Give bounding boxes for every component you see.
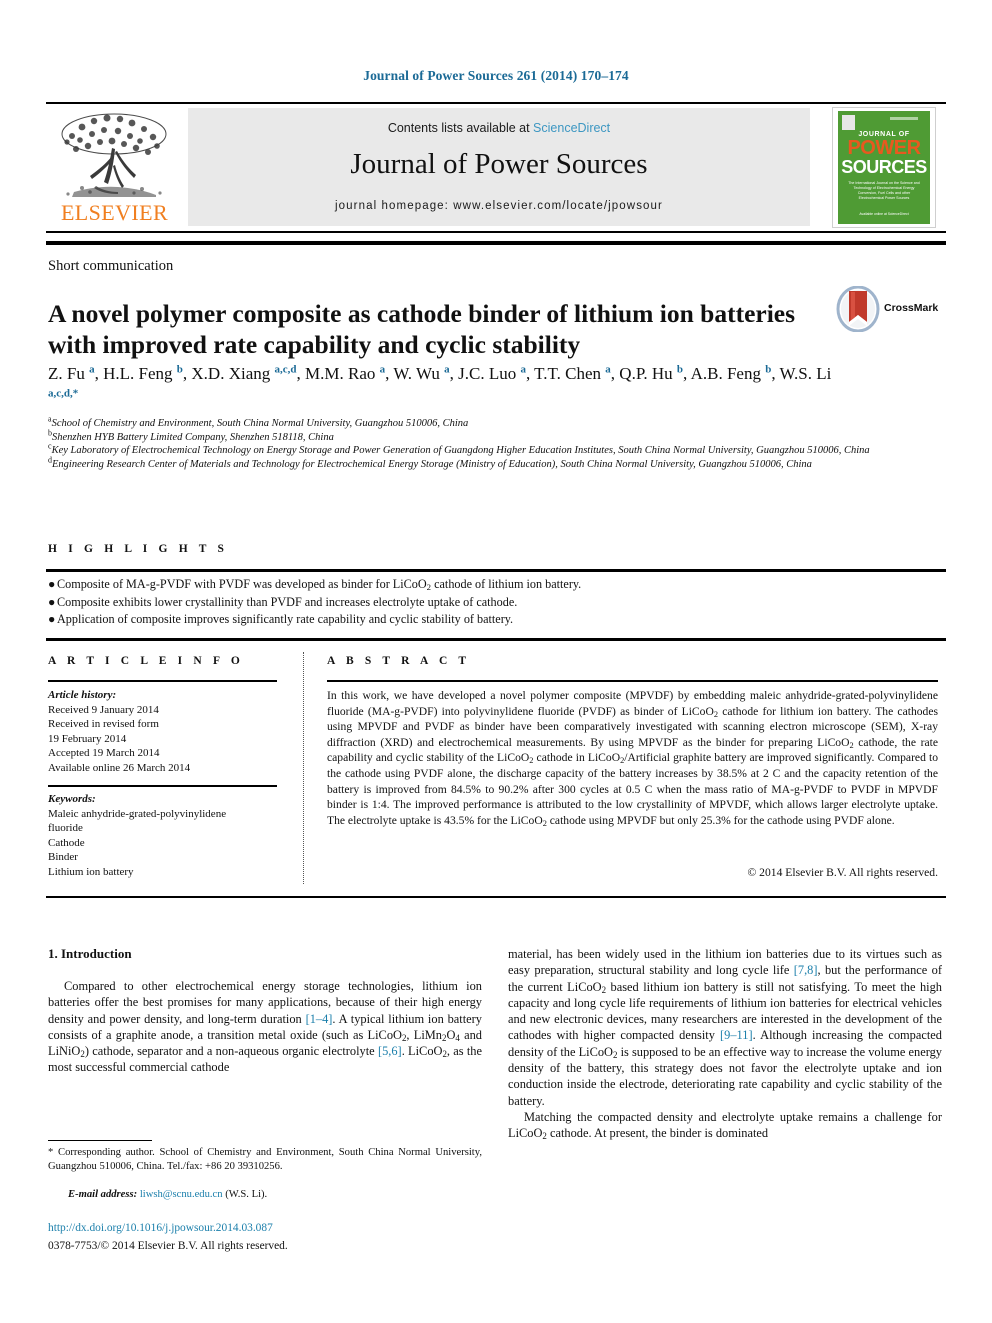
doi-link[interactable]: http://dx.doi.org/10.1016/j.jpowsour.201… xyxy=(48,1222,273,1234)
article-history-item: Available online 26 March 2014 xyxy=(48,761,191,774)
email-label: E-mail address: xyxy=(68,1189,138,1200)
affiliation-text: School of Chemistry and Environment, Sou… xyxy=(51,418,469,429)
corresponding-email-note: E-mail address: liwsh@scnu.edu.cn (W.S. … xyxy=(48,1188,482,1202)
affiliation-text: Shenzhen HYB Battery Limited Company, Sh… xyxy=(52,431,334,443)
highlights-heading: H I G H L I G H T S xyxy=(48,543,229,555)
article-history-item: 19 February 2014 xyxy=(48,732,127,745)
masthead-top-rule xyxy=(46,102,946,104)
footnote-rule xyxy=(48,1140,152,1142)
cover-subtitle: The International Journal on the Science… xyxy=(848,181,920,200)
keyword-item: Maleic anhydride-grated-polyvinylidene xyxy=(48,807,227,820)
bullet-icon: ● xyxy=(48,594,56,609)
elsevier-wordmark: ELSEVIER xyxy=(60,200,169,225)
crossmark-label: CrossMark xyxy=(884,302,939,314)
abstract-rule xyxy=(327,680,938,682)
email-owner: (W.S. Li). xyxy=(225,1189,268,1200)
highlight-text: Application of composite improves signif… xyxy=(57,612,514,626)
keyword-item: Binder xyxy=(48,851,78,863)
body-column-left: 1. Introduction Compared to other electr… xyxy=(48,946,482,1076)
journal-cover-image: JOURNAL OF POWER SOURCES The Internation… xyxy=(832,107,936,228)
article-history-item: Received in revised form xyxy=(48,718,159,730)
keywords-rule xyxy=(48,785,277,787)
sciencedirect-link[interactable]: ScienceDirect xyxy=(533,121,610,135)
article-info-rule xyxy=(48,680,277,682)
cover-sources-word: SOURCES xyxy=(841,157,927,177)
highlights-rule xyxy=(46,569,946,572)
highlight-text: Composite of MA-g-PVDF with PVDF was dev… xyxy=(57,577,582,593)
affiliation-list: aSchool of Chemistry and Environment, So… xyxy=(48,415,908,472)
affiliation-text: Key Laboratory of Electrochemical Techno… xyxy=(51,445,870,457)
journal-masthead: ELSEVIER Contents lists available at Sci… xyxy=(46,102,946,233)
affiliation-item: dEngineering Research Center of Material… xyxy=(48,456,908,472)
running-head: Journal of Power Sources 261 (2014) 170–… xyxy=(363,68,629,83)
affiliation-item: cKey Laboratory of Electrochemical Techn… xyxy=(48,442,908,458)
info-block-top-rule xyxy=(46,638,946,641)
body-paragraph: Matching the compacted density and elect… xyxy=(508,1109,942,1142)
affiliation-text: Engineering Research Center of Materials… xyxy=(52,458,812,470)
cover-footer: Available online at ScienceDirect xyxy=(859,212,909,216)
crossmark-icon xyxy=(836,285,880,333)
masthead-center-panel: Contents lists available at ScienceDirec… xyxy=(188,108,810,226)
crossmark-badge[interactable]: CrossMark xyxy=(836,285,938,333)
masthead-bottom-rule xyxy=(46,231,946,233)
keyword-item: Cathode xyxy=(48,836,85,849)
contents-prefix: Contents lists available at xyxy=(387,121,534,135)
body-column-right: material, has been widely used in the li… xyxy=(508,946,942,1142)
issn-copyright-line: 0378-7753/© 2014 Elsevier B.V. All right… xyxy=(48,1240,288,1252)
abstract-heading: A B S T R A C T xyxy=(327,655,471,667)
elsevier-logo: ELSEVIER xyxy=(48,108,181,228)
journal-title: Journal of Power Sources xyxy=(350,148,648,180)
info-column-divider xyxy=(303,652,305,884)
page-title: A novel polymer composite as cathode bin… xyxy=(48,299,796,360)
section-heading-introduction: 1. Introduction xyxy=(48,946,132,961)
email-link[interactable]: liwsh@scnu.edu.cn xyxy=(140,1189,223,1200)
highlight-text: Composite exhibits lower crystallinity t… xyxy=(57,594,518,609)
journal-homepage-line[interactable]: journal homepage: www.elsevier.com/locat… xyxy=(188,200,810,212)
abstract-copyright: © 2014 Elsevier B.V. All rights reserved… xyxy=(747,866,938,879)
contents-available-line: Contents lists available at ScienceDirec… xyxy=(188,121,810,135)
highlight-item: ● Composite exhibits lower crystallinity … xyxy=(48,594,938,612)
elsevier-tree-icon xyxy=(52,108,176,200)
affiliation-item: bShenzhen HYB Battery Limited Company, S… xyxy=(48,429,908,445)
article-history-block: Article history: Received 9 January 2014… xyxy=(48,688,298,775)
keyword-item: Lithium ion battery xyxy=(48,865,134,878)
keyword-item: fluoride xyxy=(48,822,83,834)
cover-top-rule xyxy=(890,117,918,120)
body-paragraph: material, has been widely used in the li… xyxy=(508,947,942,1108)
article-info-heading: A R T I C L E I N F O xyxy=(48,655,244,667)
article-history-item: Received 9 January 2014 xyxy=(48,703,159,716)
keywords-label: Keywords: xyxy=(48,793,96,805)
highlights-list: ● Composite of MA-g-PVDF with PVDF was de… xyxy=(48,576,938,629)
elsevier-cover-badge-icon xyxy=(842,115,855,130)
bullet-icon: ● xyxy=(48,612,56,626)
body-paragraph: Compared to other electrochemical energy… xyxy=(48,979,482,1075)
cover-power-word: POWER xyxy=(847,137,921,159)
article-history-label: Article history: xyxy=(48,689,117,701)
corresponding-author-note: * Corresponding author. School of Chemis… xyxy=(48,1147,482,1172)
paper-page: Journal of Power Sources 261 (2014) 170–… xyxy=(0,0,992,1323)
bullet-icon: ● xyxy=(48,577,56,591)
affiliation-item: aSchool of Chemistry and Environment, So… xyxy=(48,415,908,431)
abstract-text: In this work, we have developed a novel … xyxy=(327,689,939,828)
article-head-rule xyxy=(46,241,946,245)
journal-cover-art: JOURNAL OF POWER SOURCES The Internation… xyxy=(838,111,930,224)
article-section-type: Short communication xyxy=(48,258,174,274)
author-list: Z. Fu a, H.L. Feng b, X.D. Xiang a,c,d, … xyxy=(48,363,832,400)
highlight-item: ● Application of composite improves signi… xyxy=(48,611,938,629)
keywords-block: Keywords: Maleic anhydride-grated-polyvi… xyxy=(48,792,298,879)
info-block-bottom-rule xyxy=(46,896,946,898)
highlight-item: ● Composite of MA-g-PVDF with PVDF was de… xyxy=(48,576,938,594)
article-history-item: Accepted 19 March 2014 xyxy=(48,747,160,759)
